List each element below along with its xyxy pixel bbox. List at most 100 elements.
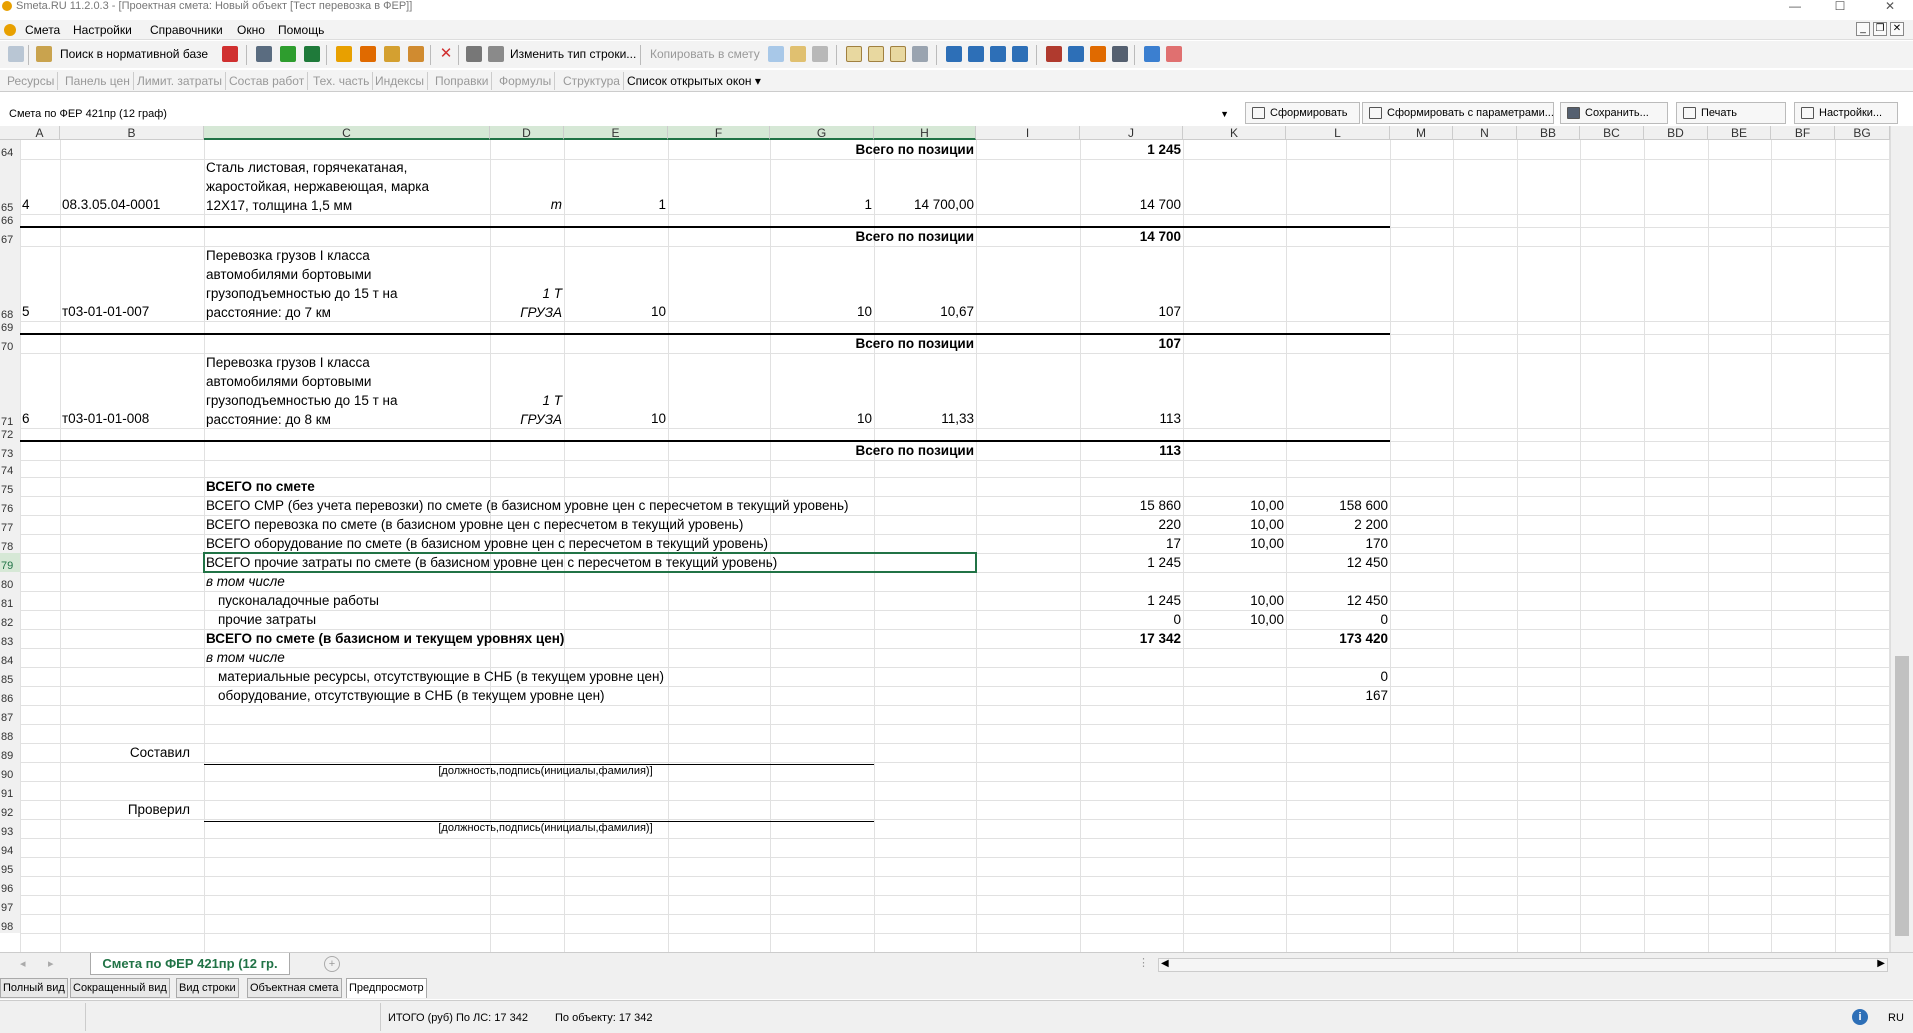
cell-l[interactable]: 167	[1288, 686, 1388, 705]
cell-l[interactable]: 12 450	[1288, 553, 1388, 572]
row-number[interactable]: 85	[0, 667, 20, 686]
clipboard-icon[interactable]	[812, 46, 828, 62]
cell-c[interactable]: жаростойкая, нержавеющая, марка	[206, 177, 488, 196]
sheet-tab-active[interactable]: Смета по ФЕР 421пр (12 гр.	[90, 953, 290, 975]
column-header-i[interactable]: I	[976, 126, 1080, 140]
print-button[interactable]: Печать	[1676, 102, 1786, 124]
cell-j[interactable]: 220	[1082, 515, 1181, 534]
cell-h[interactable]: Всего по позиции	[204, 227, 975, 246]
cell-h[interactable]: 10,67	[876, 302, 974, 321]
tab-structure[interactable]: Структура	[560, 72, 624, 90]
row-number[interactable]: 68	[0, 246, 20, 321]
column-header-bb[interactable]: BB	[1517, 126, 1580, 140]
truck-icon[interactable]	[466, 46, 482, 62]
menu-directories[interactable]: Справочники	[147, 22, 226, 38]
vertical-scrollbar-thumb[interactable]	[1895, 656, 1909, 936]
refresh-icon[interactable]	[280, 46, 296, 62]
column-header-be[interactable]: BE	[1708, 126, 1771, 140]
row-number[interactable]: 77	[0, 515, 20, 534]
row-number[interactable]: 64	[0, 140, 20, 159]
row-number[interactable]: 73	[0, 441, 20, 460]
column-header-d[interactable]: D	[490, 126, 564, 140]
cell-j[interactable]: 113	[1082, 441, 1181, 460]
paste-icon[interactable]	[790, 46, 806, 62]
pdf-icon[interactable]	[222, 46, 238, 62]
cell-e[interactable]: 10	[566, 409, 666, 428]
row-number[interactable]: 91	[0, 781, 20, 800]
cell-l[interactable]: 2 200	[1288, 515, 1388, 534]
column-header-bd[interactable]: BD	[1644, 126, 1708, 140]
cell-h[interactable]: 11,33	[876, 409, 974, 428]
spreadsheet[interactable]: A B C D E F G H I J K L M N BB BC BD BE BF BG 64 Всего по по…	[0, 126, 1890, 952]
cell-c[interactable]: 12Х17, толщина 1,5 мм	[206, 196, 488, 215]
cell-h[interactable]: Всего по позиции	[204, 334, 975, 353]
cell-d[interactable]: ГРУЗА	[492, 410, 562, 429]
row-number[interactable]: 97	[0, 895, 20, 914]
cell-l[interactable]: 12 450	[1288, 591, 1388, 610]
cell-c[interactable]: ВСЕГО по смете	[206, 477, 1106, 496]
cell-d[interactable]: ГРУЗА	[492, 303, 562, 322]
column-header-c[interactable]: C	[204, 126, 490, 140]
row-number[interactable]: 78	[0, 534, 20, 553]
cell-l[interactable]: 0	[1288, 667, 1388, 686]
row-number[interactable]: 75	[0, 477, 20, 496]
cell-h[interactable]: 14 700,00	[876, 195, 974, 214]
cell-k[interactable]: 10,00	[1185, 534, 1284, 553]
row-number[interactable]: 83	[0, 629, 20, 648]
row-number[interactable]: 86	[0, 686, 20, 705]
cell-c[interactable]: прочие затраты	[218, 610, 1118, 629]
minimize-button[interactable]: —	[1780, 0, 1810, 14]
cell-e[interactable]: 1	[566, 195, 666, 214]
column-header-m[interactable]: M	[1390, 126, 1453, 140]
view-tab-preview[interactable]: Предпросмотр	[346, 978, 427, 998]
cell-g[interactable]: 10	[772, 409, 872, 428]
form-button[interactable]: Сформировать	[1245, 102, 1360, 124]
row-number[interactable]: 70	[0, 334, 20, 353]
cell-b[interactable]: 08.3.05.04-0001	[62, 195, 202, 214]
cell-j[interactable]: 1 245	[1082, 553, 1181, 572]
cell-c[interactable]: Сталь листовая, горячекатаная,	[206, 158, 488, 177]
tab-price-panel[interactable]: Панель цен	[62, 72, 134, 90]
row-number[interactable]: 82	[0, 610, 20, 629]
wand-icon[interactable]	[336, 46, 352, 62]
cell-j[interactable]: 1 245	[1082, 140, 1181, 159]
cell-c[interactable]: расстояние: до 7 км	[206, 303, 488, 322]
row-number[interactable]: 67	[0, 227, 20, 246]
hardhat-icon[interactable]	[1090, 46, 1106, 62]
cell-l[interactable]: 170	[1288, 534, 1388, 553]
column-header-n[interactable]: N	[1453, 126, 1517, 140]
cell-l[interactable]: 0	[1288, 610, 1388, 629]
copy-to-estimate-button[interactable]: Копировать в смету	[650, 46, 760, 62]
cell-k[interactable]: 10,00	[1185, 515, 1284, 534]
cell-a[interactable]: 4	[22, 195, 58, 214]
calculator-icon[interactable]	[1112, 46, 1128, 62]
column-header-k[interactable]: K	[1183, 126, 1286, 140]
cell-c[interactable]: [должность,подпись(инициалы,фамилия)]	[204, 819, 887, 838]
cell-c[interactable]: автомобилями бортовыми	[206, 372, 488, 391]
cell-b[interactable]: т03-01-01-008	[62, 409, 202, 428]
cell-k[interactable]: 10,00	[1185, 591, 1284, 610]
view-tab-row[interactable]: Вид строки	[176, 978, 239, 998]
cell-j[interactable]: 14 700	[1082, 195, 1181, 214]
mdi-restore-button[interactable]: ❐	[1873, 22, 1887, 36]
cell-c[interactable]: в том числе	[206, 648, 1106, 667]
column-header-h[interactable]: H	[874, 126, 976, 140]
row-number[interactable]: 90	[0, 762, 20, 781]
language-indicator[interactable]: RU	[1888, 1011, 1904, 1025]
row-number[interactable]: 72	[0, 428, 20, 441]
close-button[interactable]: ✕	[1875, 0, 1905, 14]
cell-j[interactable]: 0	[1082, 610, 1181, 629]
cell-h[interactable]: Всего по позиции	[204, 140, 975, 159]
cell-c[interactable]: расстояние: до 8 км	[206, 410, 488, 429]
save-icon[interactable]	[256, 46, 272, 62]
list-icon[interactable]	[990, 46, 1006, 62]
arrow-right-icon[interactable]: ▸	[48, 957, 54, 970]
cell-c[interactable]: пусконаладочные работы	[218, 591, 1118, 610]
column-header-bc[interactable]: BC	[1580, 126, 1644, 140]
cell-g[interactable]: 1	[772, 195, 872, 214]
tab-tech-part[interactable]: Тех. часть	[310, 72, 374, 90]
comment-icon[interactable]	[408, 46, 424, 62]
cell-b[interactable]: Проверил	[20, 800, 190, 819]
column-header-e[interactable]: E	[564, 126, 668, 140]
view-tab-object-estimate[interactable]: Объектная смета	[247, 978, 342, 998]
